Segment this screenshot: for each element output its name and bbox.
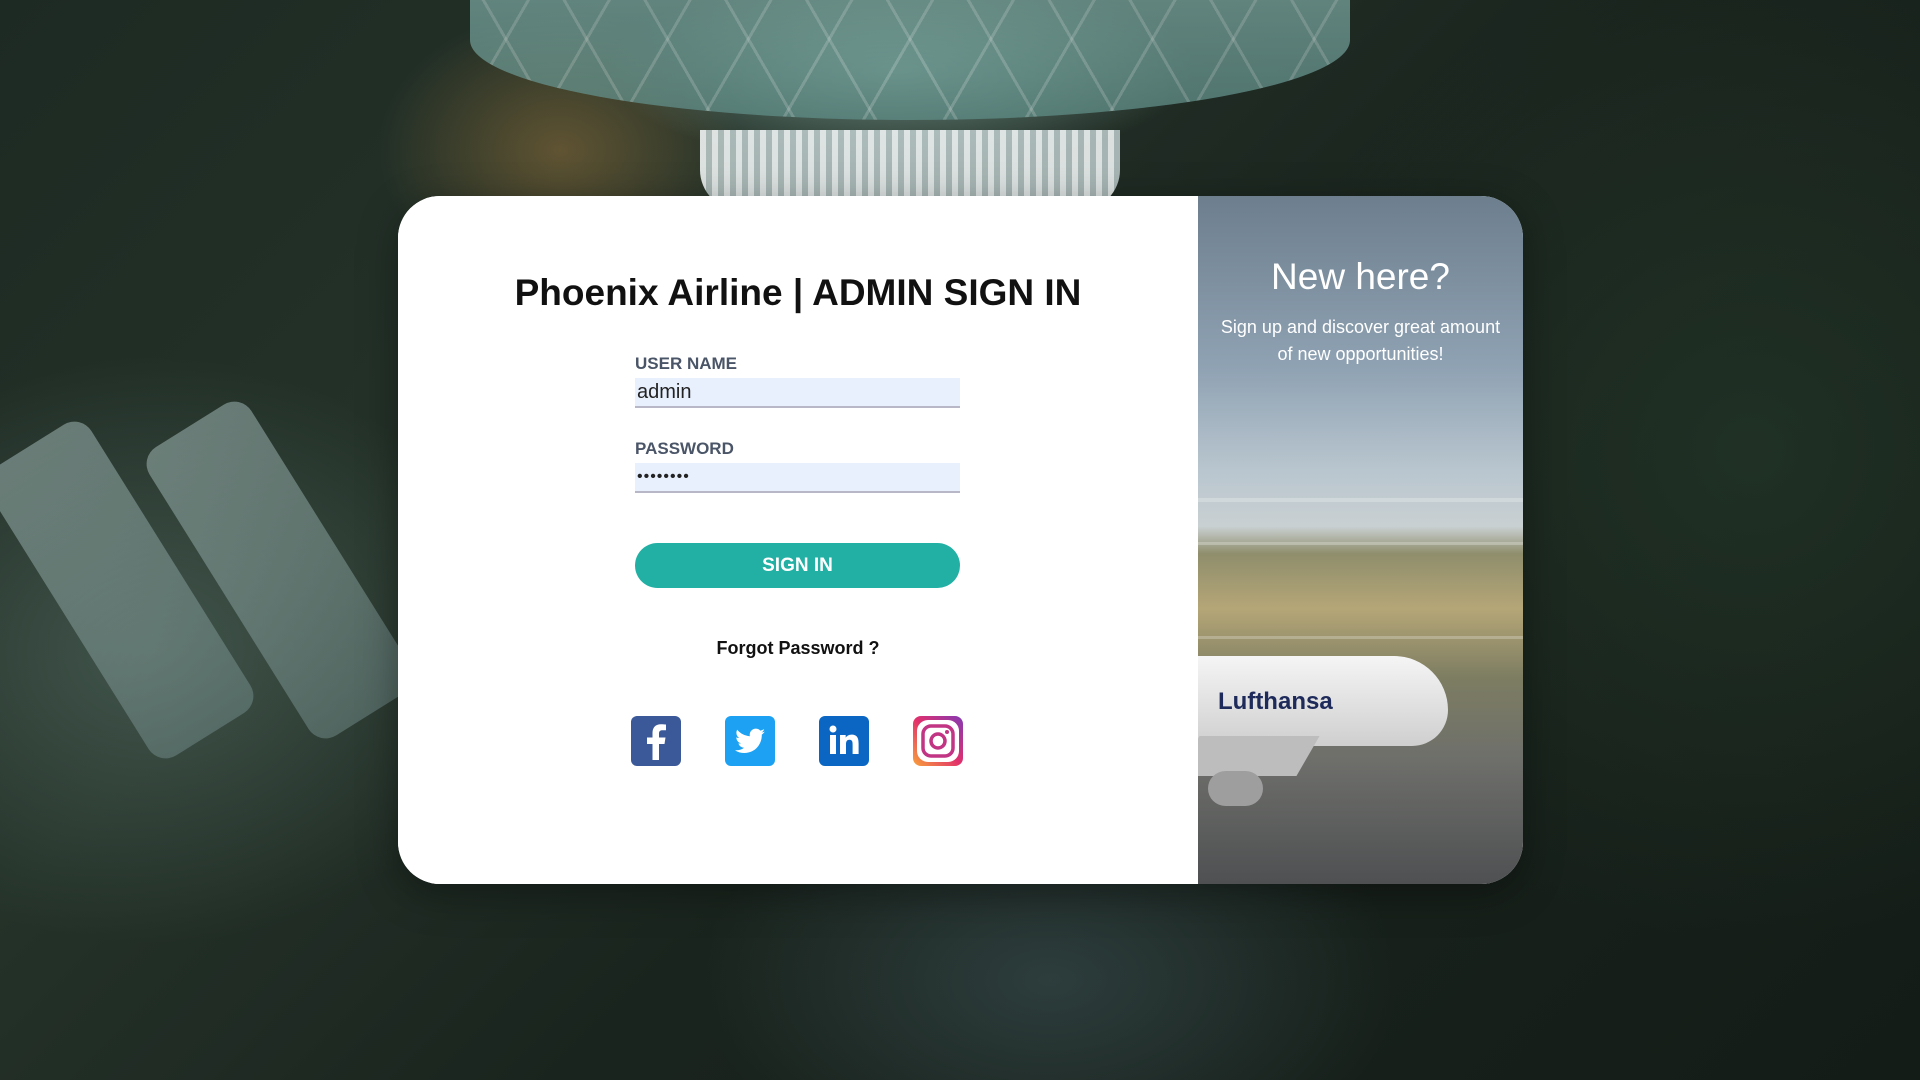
- username-input[interactable]: [635, 378, 960, 408]
- airplane-livery: Lufthansa: [1218, 688, 1333, 715]
- promo-title: New here?: [1271, 256, 1450, 297]
- runway-line: [1198, 636, 1523, 639]
- facebook-button[interactable]: [631, 716, 681, 766]
- runway-line: [1198, 542, 1523, 545]
- promo-panel: Lufthansa New here? Sign up and discover…: [1198, 196, 1523, 884]
- airplane-wing: [1198, 736, 1320, 776]
- airplane-engine: [1208, 771, 1263, 806]
- instagram-button[interactable]: [913, 716, 963, 766]
- promo-text: Sign up and discover great amount of new…: [1220, 317, 1501, 364]
- facebook-icon: [647, 724, 666, 760]
- twitter-icon: [735, 728, 765, 753]
- password-label: PASSWORD: [635, 439, 734, 458]
- sign-in-panel: Phoenix Airline | ADMIN SIGN IN USER NAM…: [398, 196, 1198, 884]
- linkedin-button[interactable]: [819, 716, 869, 766]
- forgot-password-link[interactable]: Forgot Password ?: [398, 638, 1198, 659]
- username-label: USER NAME: [635, 354, 738, 373]
- twitter-button[interactable]: [725, 716, 775, 766]
- sign-in-button[interactable]: SIGN IN: [635, 543, 960, 588]
- login-form: USER NAME PASSWORD SIGN IN: [635, 354, 960, 588]
- login-card: Phoenix Airline | ADMIN SIGN IN USER NAM…: [398, 196, 1523, 884]
- runway-line: [1198, 498, 1523, 502]
- instagram-icon: [917, 720, 959, 762]
- page-title: Phoenix Airline | ADMIN SIGN IN: [514, 272, 1082, 313]
- linkedin-icon: [829, 725, 859, 754]
- password-input[interactable]: [635, 463, 960, 493]
- background-dome: [470, 0, 1350, 120]
